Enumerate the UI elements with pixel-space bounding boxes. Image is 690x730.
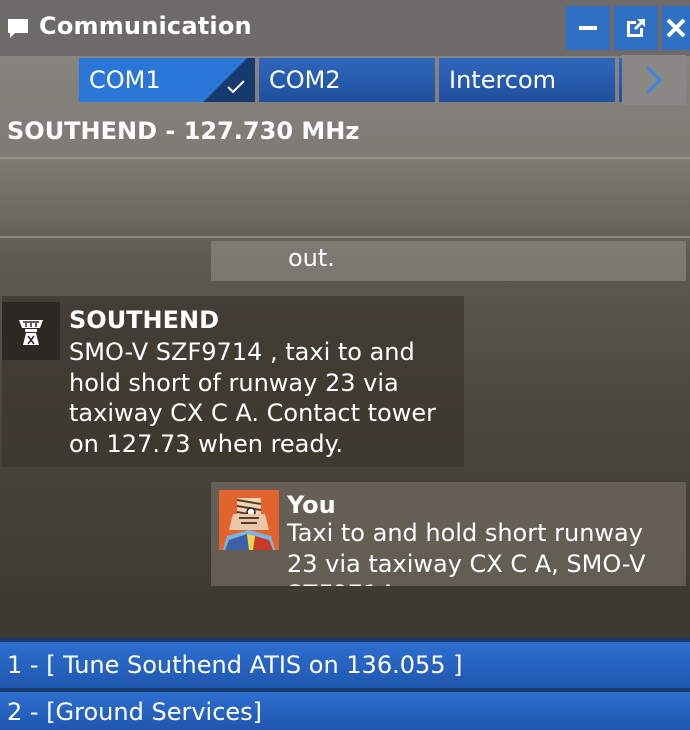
message-partial: out.	[211, 241, 686, 281]
chevron-right-icon	[645, 65, 663, 95]
close-button[interactable]	[662, 6, 690, 50]
avatar	[219, 490, 279, 550]
close-icon	[666, 18, 686, 38]
message-sender: SOUTHEND	[69, 306, 220, 334]
divider	[0, 157, 690, 159]
tab-label: COM1	[89, 66, 161, 94]
window-title: Communication	[39, 12, 252, 40]
message-text: out.	[288, 244, 335, 272]
message-text: SMO-V SZF9714 , taxi to and hold short o…	[69, 338, 436, 458]
minimize-button[interactable]	[566, 6, 610, 50]
checkmark-icon	[227, 80, 245, 94]
popout-icon	[627, 19, 645, 37]
title-bar: Communication	[0, 0, 690, 56]
chat-icon	[8, 19, 28, 38]
tab-label: Intercom	[449, 66, 557, 94]
tab-label: COM2	[269, 66, 341, 94]
minimize-icon	[579, 26, 597, 30]
tab-com2[interactable]: COM2	[259, 58, 435, 102]
response-option-2[interactable]: 2 - [Ground Services]	[0, 692, 690, 730]
tab-intercom[interactable]: Intercom	[439, 58, 615, 102]
frequency-label: SOUTHEND - 127.730 MHz	[7, 117, 360, 145]
message-sender: You	[287, 491, 336, 519]
message-text: Taxi to and hold short runway 23 via tax…	[287, 519, 646, 586]
tab-com1[interactable]: COM1	[79, 58, 255, 102]
control-tower-icon	[2, 302, 60, 360]
response-option-1[interactable]: 1 - [ Tune Southend ATIS on 136.055 ]	[0, 642, 690, 688]
com-tabs: COM1 COM2 Intercom C	[0, 58, 690, 104]
popout-button[interactable]	[614, 6, 658, 50]
tabs-scroll-right-button[interactable]	[622, 55, 686, 105]
divider	[0, 236, 690, 238]
message-atc: SOUTHEND SMO-V SZF9714 , taxi to and hol…	[2, 296, 464, 467]
option-label: 1 - [ Tune Southend ATIS on 136.055 ]	[7, 651, 463, 679]
message-user: You Taxi to and hold short runway 23 via…	[211, 482, 686, 586]
option-label: 2 - [Ground Services]	[7, 698, 263, 726]
